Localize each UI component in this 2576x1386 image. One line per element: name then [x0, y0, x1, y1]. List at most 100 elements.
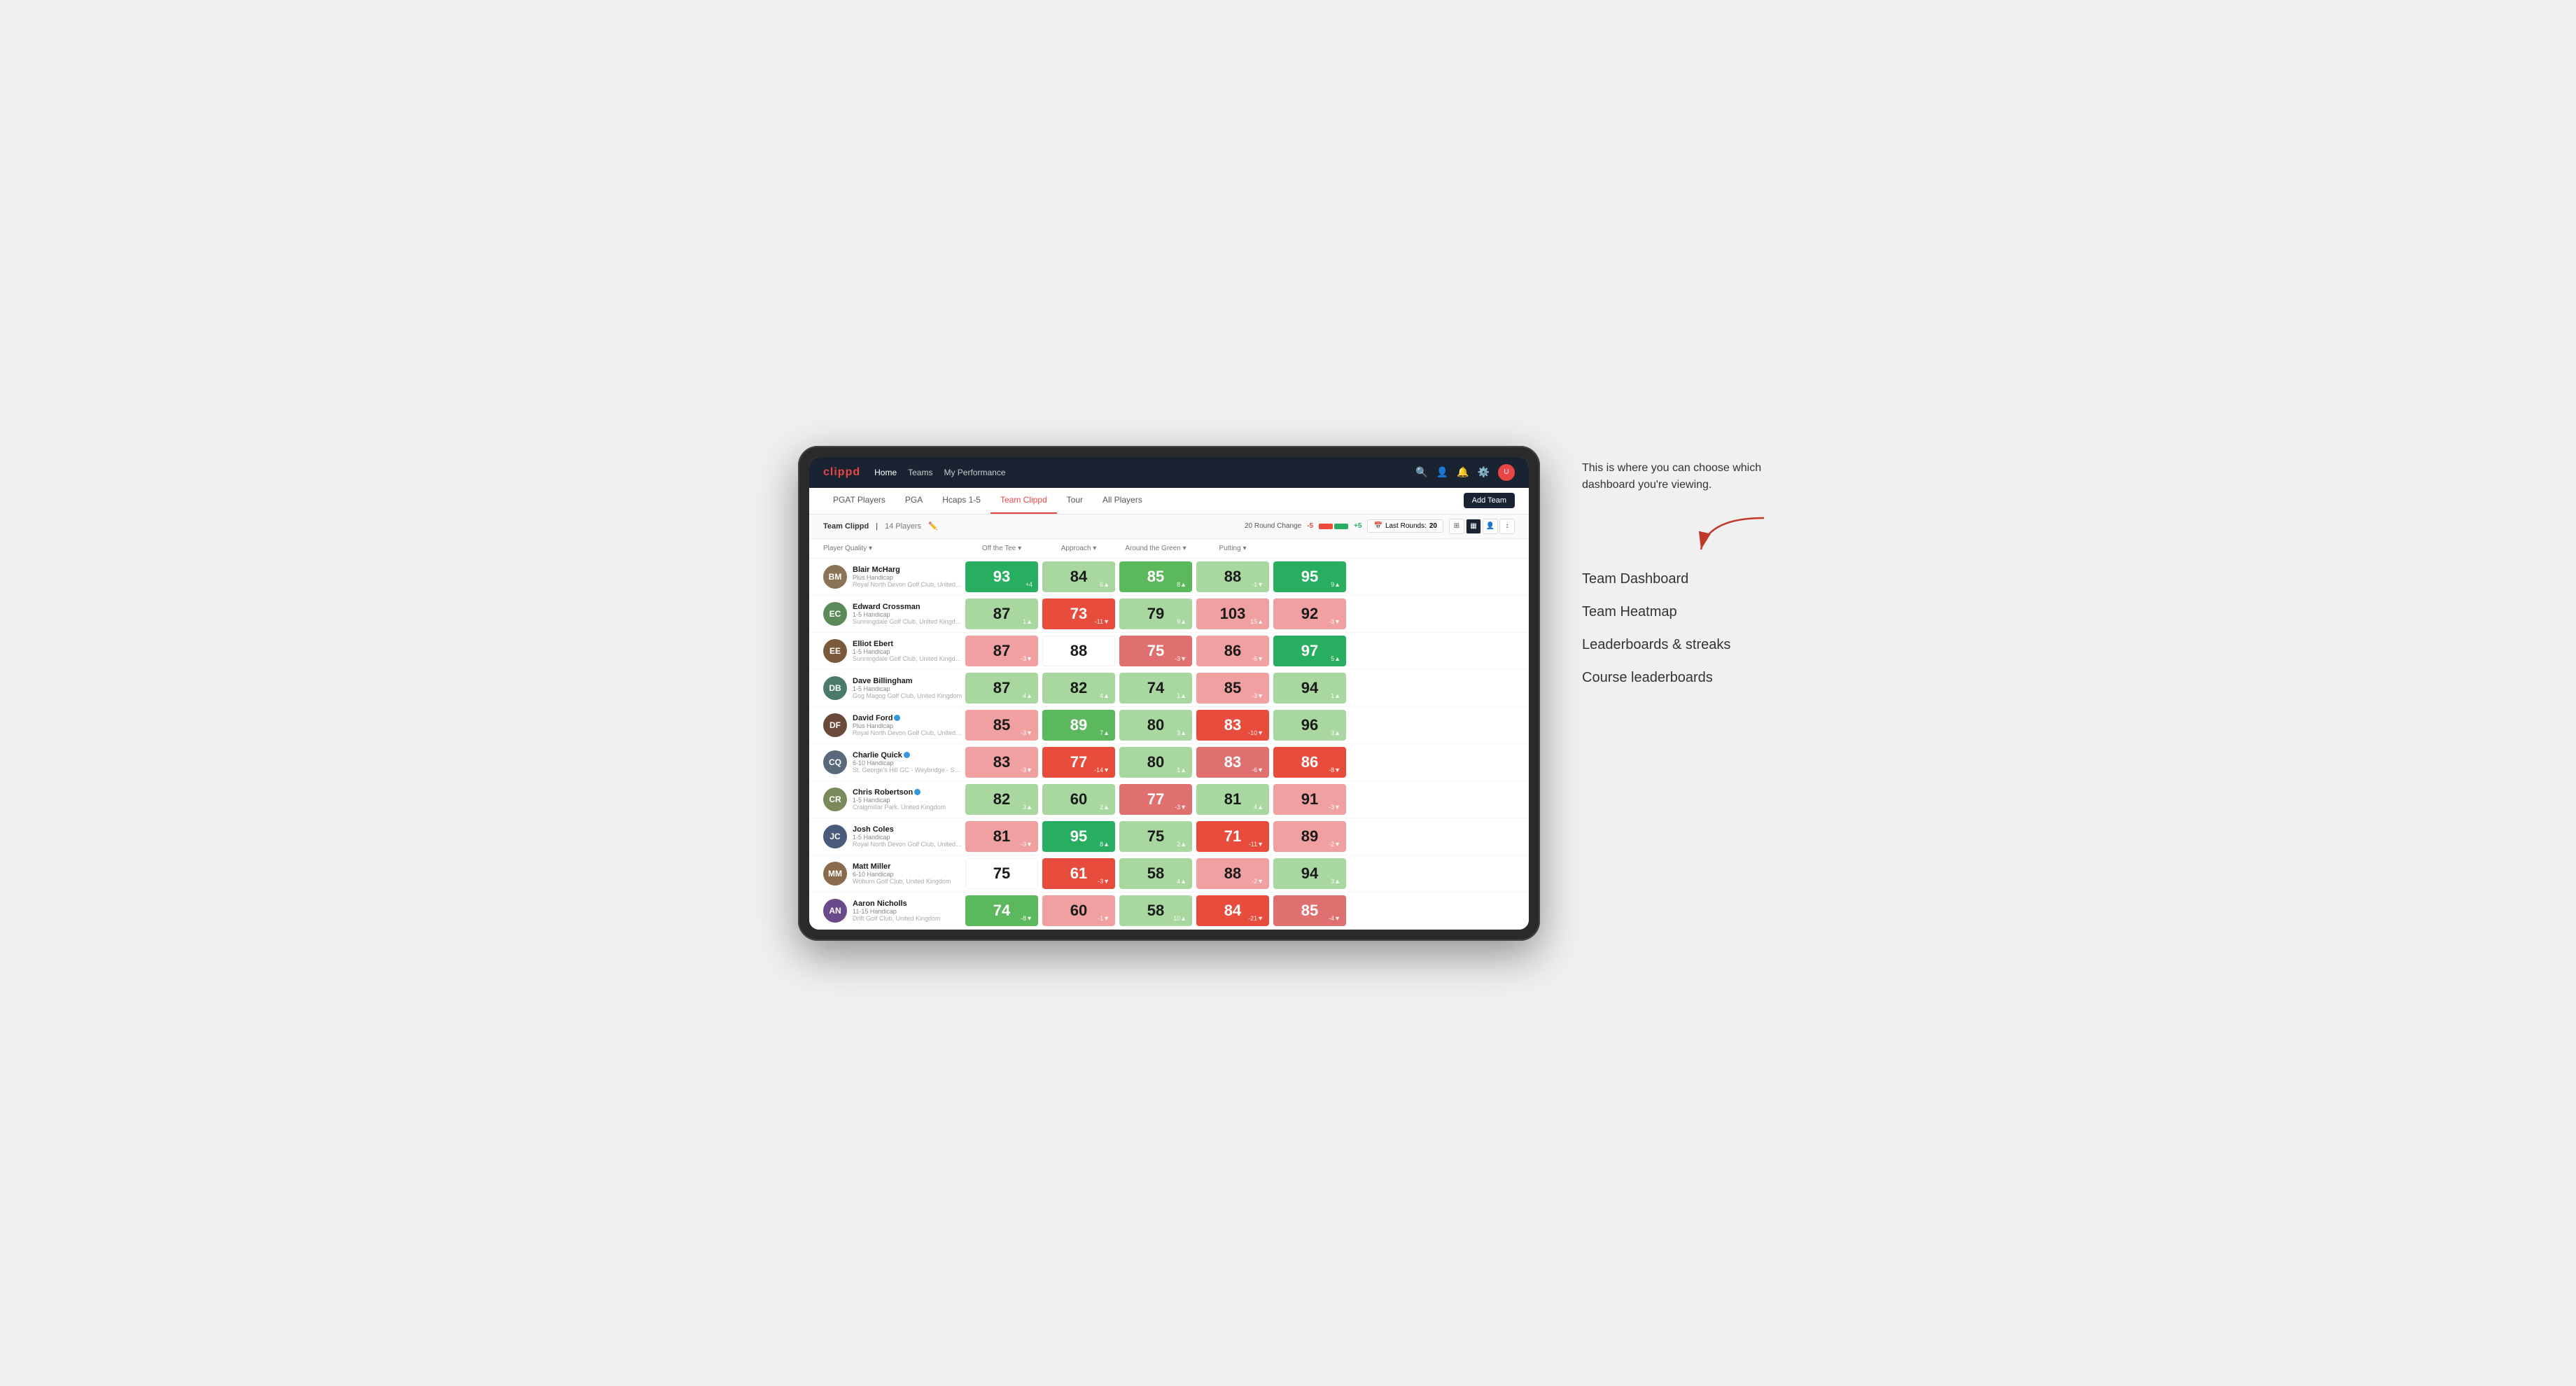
score-approach: 803▲	[1119, 710, 1192, 741]
score-change: -3▼	[1098, 878, 1110, 885]
option-team-heatmap[interactable]: Team Heatmap	[1582, 604, 1778, 620]
score-value: 61	[1070, 864, 1087, 883]
score-change: 4▲	[1023, 692, 1032, 699]
score-value: 97	[1301, 642, 1318, 660]
player-info[interactable]: MMMatt Miller6-10 HandicapWoburn Golf Cl…	[823, 859, 963, 888]
col-approach[interactable]: Approach ▾	[1040, 542, 1117, 555]
player-name: Matt Miller	[853, 862, 951, 871]
add-team-button[interactable]: Add Team	[1464, 493, 1515, 508]
annotation-panel: This is where you can choose which dashb…	[1582, 446, 1778, 686]
score-change: -8▼	[1329, 766, 1340, 774]
verified-badge	[894, 715, 900, 721]
player-details: Charlie Quick6-10 HandicapSt. George's H…	[853, 751, 963, 774]
tab-pga[interactable]: PGA	[895, 488, 932, 514]
sub-nav: PGAT Players PGA Hcaps 1-5 Team Clippd T…	[809, 488, 1529, 514]
player-info[interactable]: CRChris Robertson1-5 HandicapCraigmillar…	[823, 785, 963, 814]
view-sort-button[interactable]: ↕	[1499, 519, 1515, 534]
score-off_tee: 897▲	[1042, 710, 1115, 741]
nav-link-performance[interactable]: My Performance	[944, 465, 1005, 480]
person-icon[interactable]: 👤	[1436, 466, 1448, 478]
score-change: 3▲	[1331, 878, 1340, 885]
score-change: 2▲	[1177, 841, 1186, 848]
tablet-frame: clippd Home Teams My Performance 🔍 👤 🔔 ⚙…	[798, 446, 1540, 941]
score-value: 82	[1070, 679, 1087, 697]
tab-pgat-players[interactable]: PGAT Players	[823, 488, 895, 514]
player-handicap: 1-5 Handicap	[853, 797, 946, 804]
score-change: -1▼	[1098, 915, 1110, 922]
nav-link-teams[interactable]: Teams	[908, 465, 932, 480]
tab-team-clippd[interactable]: Team Clippd	[990, 488, 1057, 514]
nav-link-home[interactable]: Home	[874, 465, 897, 480]
score-value: 82	[993, 790, 1010, 808]
col-player-quality[interactable]: Player Quality ▾	[823, 542, 963, 555]
score-change: +4	[1026, 581, 1032, 588]
edit-icon[interactable]: ✏️	[928, 522, 938, 531]
score-value: 75	[993, 864, 1010, 883]
page-wrapper: clippd Home Teams My Performance 🔍 👤 🔔 ⚙…	[798, 446, 1778, 941]
score-change: -3▼	[1329, 804, 1340, 811]
col-putting[interactable]: Putting ▾	[1194, 542, 1271, 555]
score-off_tee: 958▲	[1042, 821, 1115, 852]
score-value: 75	[1147, 642, 1164, 660]
player-info[interactable]: ECEdward Crossman1-5 HandicapSunningdale…	[823, 599, 963, 629]
avatar: EC	[823, 602, 847, 626]
score-value: 87	[993, 605, 1010, 623]
player-handicap: 1-5 Handicap	[853, 611, 963, 618]
score-value: 71	[1224, 827, 1241, 846]
tab-all-players[interactable]: All Players	[1093, 488, 1152, 514]
user-avatar[interactable]: U	[1498, 464, 1515, 481]
score-approach: 741▲	[1119, 673, 1192, 704]
tab-tour[interactable]: Tour	[1057, 488, 1093, 514]
avatar: CR	[823, 788, 847, 811]
score-around_green: 86-6▼	[1196, 636, 1269, 666]
search-icon[interactable]: 🔍	[1415, 466, 1427, 478]
score-change: 3▲	[1331, 729, 1340, 736]
round-bar	[1319, 524, 1348, 529]
score-value: 94	[1301, 679, 1318, 697]
neg-value: -5	[1307, 522, 1313, 530]
view-person-button[interactable]: 👤	[1483, 519, 1498, 534]
option-course-leaderboards[interactable]: Course leaderboards	[1582, 670, 1778, 686]
player-info[interactable]: ANAaron Nicholls11-15 HandicapDrift Golf…	[823, 896, 963, 925]
option-team-dashboard[interactable]: Team Dashboard	[1582, 571, 1778, 587]
score-value: 87	[993, 642, 1010, 660]
annotation-intro: This is where you can choose which dashb…	[1582, 460, 1778, 493]
score-change: -4▼	[1329, 915, 1340, 922]
round-change-area: 20 Round Change -5 +5 📅 Last Rounds: 20 …	[1245, 519, 1515, 534]
score-change: 10▲	[1173, 915, 1186, 922]
player-name: Edward Crossman	[853, 603, 963, 611]
score-value: 85	[1147, 568, 1164, 586]
player-info[interactable]: DFDavid FordPlus HandicapRoyal North Dev…	[823, 710, 963, 740]
score-value: 84	[1224, 902, 1241, 920]
score-value: 58	[1147, 864, 1164, 883]
score-change: 4▲	[1254, 804, 1264, 811]
score-approach: 801▲	[1119, 747, 1192, 778]
score-value: 60	[1070, 902, 1087, 920]
score-around_green: 814▲	[1196, 784, 1269, 815]
view-grid-button[interactable]: ⊞	[1449, 519, 1464, 534]
player-info[interactable]: BMBlair McHargPlus HandicapRoyal North D…	[823, 562, 963, 592]
player-handicap: Plus Handicap	[853, 722, 963, 729]
player-club: Royal North Devon Golf Club, United King…	[853, 581, 963, 588]
team-header-row: Team Clippd | 14 Players ✏️ 20 Round Cha…	[809, 514, 1529, 539]
col-off-tee[interactable]: Off the Tee ▾	[963, 542, 1040, 555]
col-around-green[interactable]: Around the Green ▾	[1117, 542, 1194, 555]
pos-value: +5	[1354, 522, 1362, 530]
option-leaderboards[interactable]: Leaderboards & streaks	[1582, 637, 1778, 653]
tab-hcaps[interactable]: Hcaps 1-5	[932, 488, 990, 514]
view-heatmap-button[interactable]: ▦	[1466, 519, 1481, 534]
settings-icon[interactable]: ⚙️	[1478, 466, 1490, 478]
score-value: 86	[1224, 642, 1241, 660]
player-info[interactable]: JCJosh Coles1-5 HandicapRoyal North Devo…	[823, 822, 963, 851]
player-info[interactable]: EEElliot Ebert1-5 HandicapSunningdale Go…	[823, 636, 963, 666]
bar-negative	[1319, 524, 1333, 529]
score-value: 88	[1224, 864, 1241, 883]
player-info[interactable]: DBDave Billingham1-5 HandicapGog Magog G…	[823, 673, 963, 703]
bell-icon[interactable]: 🔔	[1457, 466, 1469, 478]
last-rounds-button[interactable]: 📅 Last Rounds: 20	[1367, 519, 1443, 533]
score-off_tee: 61 -3▼	[1042, 858, 1115, 889]
score-change: -1▼	[1252, 581, 1264, 588]
score-value: 85	[993, 716, 1010, 734]
player-info[interactable]: CQCharlie Quick6-10 HandicapSt. George's…	[823, 748, 963, 777]
score-value: 80	[1147, 753, 1164, 771]
